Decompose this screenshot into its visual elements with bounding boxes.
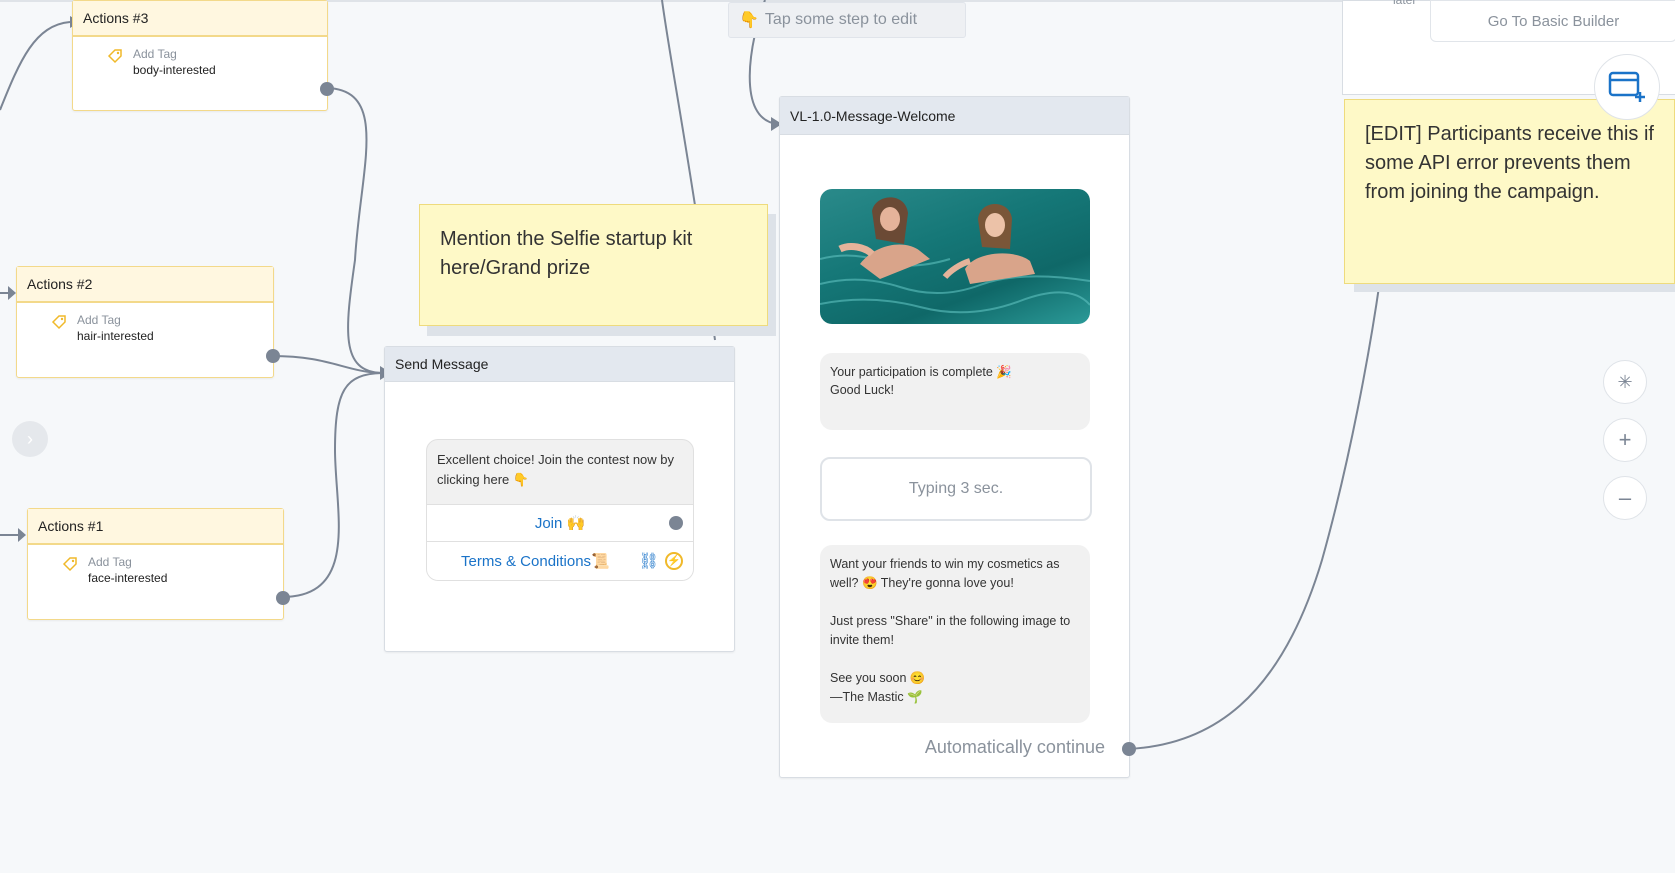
expand-sidebar-button[interactable]: › [12, 421, 48, 457]
plus-icon: + [1618, 427, 1632, 452]
output-port[interactable] [266, 349, 280, 363]
welcome-message-node[interactable]: VL-1.0-Message-Welcome Your participatio… [779, 96, 1136, 778]
terms-button[interactable]: Terms & Conditions📜 ⛓ ⚡ [427, 541, 693, 580]
output-port[interactable] [320, 82, 334, 96]
typing-text: Typing 3 sec. [908, 480, 1004, 497]
tag-value: hair-interested [77, 329, 154, 343]
sticky-note-text: [EDIT] Participants receive this if some… [1365, 123, 1654, 203]
hint-text: Tap some step to edit [764, 11, 918, 28]
partial-label: later [1393, 0, 1417, 7]
join-label: Join 🙌 [534, 515, 586, 532]
output-port[interactable] [276, 591, 290, 605]
tag-value: face-interested [88, 571, 168, 585]
tag-value: body-interested [133, 63, 216, 77]
sticky-note-selfie[interactable]: Mention the Selfie startup kit here/Gran… [419, 204, 768, 326]
tag-icon [107, 49, 122, 64]
add-card-icon [1608, 71, 1645, 102]
continue-output-port[interactable] [1122, 742, 1136, 756]
actions-node-title: Actions #3 [73, 1, 327, 37]
hint-chip: 👇 Tap some step to edit [728, 2, 966, 38]
zoom-out-button[interactable]: – [1603, 476, 1647, 520]
add-card-button[interactable] [1594, 54, 1660, 120]
swimmers-photo [820, 197, 1090, 314]
tag-action-label: Add Tag [77, 313, 121, 327]
welcome-title: VL-1.0-Message-Welcome [780, 97, 1129, 135]
welcome-image [820, 189, 1090, 324]
lightning-icon: ⚡ [665, 552, 683, 570]
actions-node-title: Actions #2 [17, 267, 273, 303]
minus-icon: – [1618, 485, 1632, 510]
message-text: Excellent choice! Join the contest now b… [437, 452, 675, 487]
typing-indicator: Typing 3 sec. [820, 457, 1092, 521]
join-button[interactable]: Join 🙌 [427, 504, 693, 541]
auto-continue-label: Automatically continue [924, 737, 1105, 757]
magic-wand-icon: ✳ [1617, 371, 1633, 392]
tag-icon [51, 315, 66, 330]
tag-action-label: Add Tag [88, 555, 132, 569]
add-tag-action[interactable]: Add Tag body-interested [107, 47, 327, 77]
add-tag-action[interactable]: Add Tag hair-interested [51, 313, 273, 343]
link-icon: ⛓ [638, 553, 659, 570]
tag-action-label: Add Tag [133, 47, 177, 61]
actions-node-title: Actions #1 [28, 509, 283, 545]
chevron-right-icon: › [27, 428, 33, 449]
magic-wand-button[interactable]: ✳ [1603, 360, 1647, 404]
actions-node-1[interactable]: Actions #1 Add Tag face-interested [27, 508, 290, 620]
join-output-port[interactable] [669, 516, 683, 530]
actions-node-2[interactable]: Actions #2 Add Tag hair-interested [16, 266, 280, 378]
message-card: Excellent choice! Join the contest now b… [426, 439, 694, 581]
pointing-down-hand-icon: 👇 [739, 12, 759, 29]
message-bubble-1: Your participation is complete 🎉 Good Lu… [820, 353, 1090, 430]
tag-icon [62, 557, 77, 572]
add-tag-action[interactable]: Add Tag face-interested [62, 555, 283, 585]
sticky-note-text: Mention the Selfie startup kit here/Gran… [440, 228, 693, 279]
send-message-title: Send Message [385, 347, 734, 382]
go-to-basic-builder-button[interactable]: Go To Basic Builder [1430, 0, 1675, 42]
actions-node-3[interactable]: Actions #3 Add Tag body-interested [72, 0, 334, 111]
sticky-note-api-error[interactable]: [EDIT] Participants receive this if some… [1344, 99, 1675, 284]
message-bubble-2: Want your friends to win my cosmetics as… [820, 545, 1090, 723]
send-message-node[interactable]: Send Message Excellent choice! Join the … [384, 346, 735, 652]
zoom-in-button[interactable]: + [1603, 418, 1647, 462]
terms-label: Terms & Conditions📜 [461, 553, 610, 570]
